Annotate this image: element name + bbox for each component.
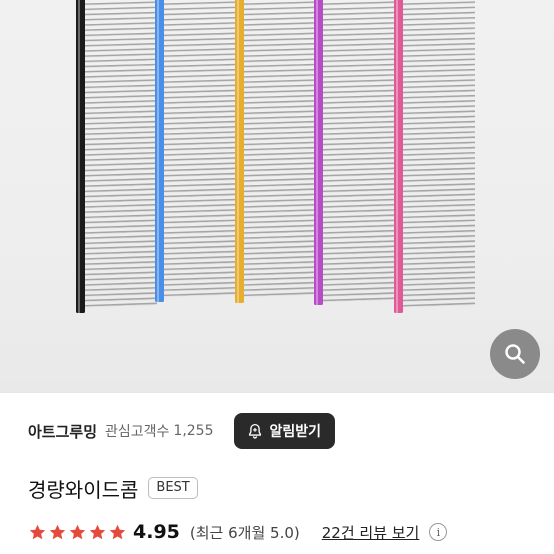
star-icon xyxy=(89,524,106,539)
rating-value: 4.95 xyxy=(133,521,180,543)
star-icon xyxy=(49,524,66,539)
product-title: 경량와이드콤 xyxy=(28,477,139,502)
comb-5 xyxy=(394,0,476,313)
bell-plus-icon xyxy=(248,423,261,439)
combs-illustration xyxy=(76,0,476,313)
comb-4 xyxy=(314,0,396,305)
store-name[interactable]: 아트그루밍 xyxy=(28,421,97,442)
comb-3 xyxy=(235,0,317,303)
star-icon xyxy=(109,524,126,539)
notify-button-label: 알림받기 xyxy=(269,424,322,440)
zoom-button[interactable] xyxy=(490,329,540,379)
interest-count: 1,255 xyxy=(173,423,214,439)
search-icon xyxy=(505,344,525,364)
rating-recent: (최근 6개월 5.0) xyxy=(189,523,300,542)
comb-2 xyxy=(155,0,237,302)
star-icon xyxy=(29,524,46,539)
rating-row: 4.95 (최근 6개월 5.0) 22건 리뷰 보기 i xyxy=(28,518,448,546)
best-badge: BEST xyxy=(148,476,198,500)
divider xyxy=(0,392,554,393)
notify-button[interactable]: 알림받기 xyxy=(233,413,336,449)
comb-1 xyxy=(76,0,158,313)
rating-stars xyxy=(28,523,127,542)
product-image[interactable] xyxy=(0,0,554,392)
store-info: 아트그루밍 관심고객수 1,255 알림받기 xyxy=(28,412,336,450)
interest-label: 관심고객수 xyxy=(105,424,170,440)
star-icon xyxy=(69,524,86,539)
info-icon[interactable]: i xyxy=(429,523,448,541)
product-title-row: 경량와이드콤 BEST xyxy=(28,472,198,504)
review-link[interactable]: 22건 리뷰 보기 xyxy=(322,522,420,543)
